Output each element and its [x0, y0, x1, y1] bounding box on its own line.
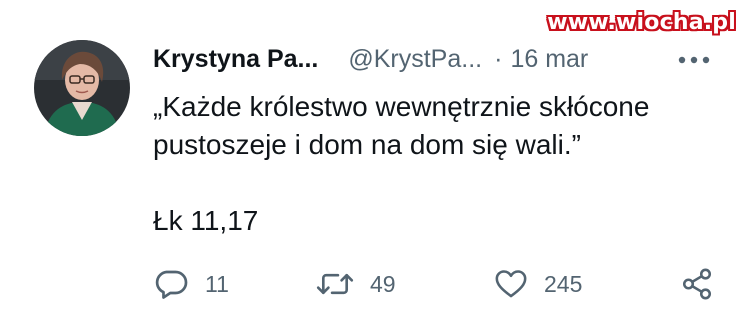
avatar-photo: [34, 40, 130, 136]
avatar[interactable]: [34, 40, 130, 136]
share-icon: [680, 267, 714, 301]
share-button[interactable]: [680, 264, 714, 304]
author-handle[interactable]: @KrystPa...: [348, 43, 482, 75]
watermark-logo: www.wiocha.pl: [547, 10, 736, 35]
reply-bubble-icon: [153, 266, 189, 302]
reply-count: 11: [205, 270, 229, 297]
tweet-text: „Każde królestwo wewnętrznie skłócone pu…: [153, 88, 713, 164]
tweet-text-line: „Każde królestwo wewnętrznie skłócone: [153, 91, 650, 122]
tweet-date[interactable]: 16 mar: [510, 43, 588, 75]
tweet-text-line: pustoszeje i dom na dom się wali.”: [153, 129, 581, 160]
like-count: 245: [544, 270, 583, 297]
repost-arrows-icon: [316, 266, 354, 302]
author-name[interactable]: Krystyna Pa...: [153, 43, 318, 75]
reply-button[interactable]: 11: [153, 264, 229, 304]
like-button[interactable]: 245: [494, 264, 582, 304]
tweet-reference: Łk 11,17: [153, 205, 259, 236]
separator-dot: ·: [494, 45, 503, 73]
heart-icon: [494, 267, 528, 301]
repost-button[interactable]: 49: [316, 264, 396, 304]
tweet-header: Krystyna Pa... @KrystPa... · 16 mar: [153, 43, 588, 75]
more-dots-icon[interactable]: [676, 53, 712, 65]
repost-count: 49: [370, 270, 396, 297]
